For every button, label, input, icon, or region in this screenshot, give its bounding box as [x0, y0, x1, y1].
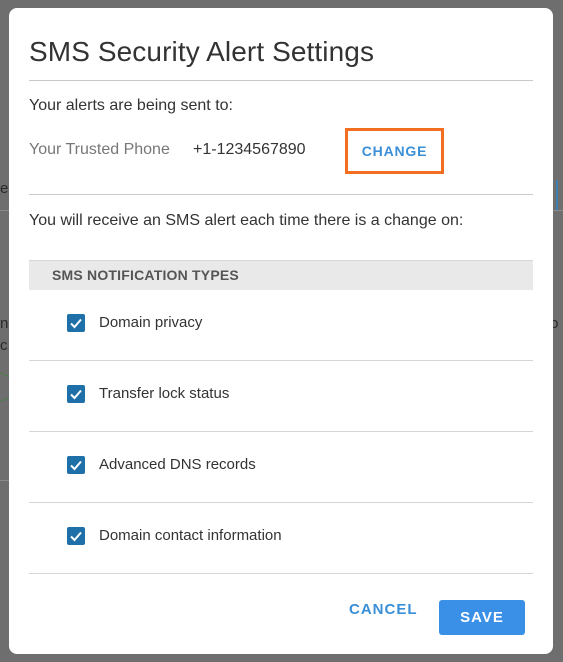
checkmark-icon	[70, 389, 82, 400]
background-text: e	[0, 180, 9, 197]
transfer-lock-label: Transfer lock status	[99, 385, 230, 402]
notification-type-row: Transfer lock status	[29, 361, 533, 432]
cancel-button[interactable]: CANCEL	[349, 601, 418, 618]
background-text: c	[0, 337, 8, 354]
notification-intro-text: You will receive an SMS alert each time …	[29, 212, 464, 229]
notification-type-row: Domain contact information	[29, 503, 533, 574]
trusted-phone-label: Your Trusted Phone	[29, 141, 170, 158]
background-tab-indicator	[556, 180, 558, 210]
checkmark-icon	[70, 318, 82, 329]
change-phone-button[interactable]: CHANGE	[345, 128, 444, 174]
transfer-lock-checkbox[interactable]	[67, 385, 85, 403]
domain-contact-checkbox[interactable]	[67, 527, 85, 545]
domain-privacy-checkbox[interactable]	[67, 314, 85, 332]
trusted-phone-number: +1-1234567890	[193, 141, 306, 158]
modal-backdrop[interactable]: e no c to SMS Security Alert Settings Yo…	[0, 0, 563, 662]
dialog-title: SMS Security Alert Settings	[29, 36, 375, 67]
checkmark-icon	[70, 460, 82, 471]
domain-privacy-label: Domain privacy	[99, 314, 203, 331]
notification-types-header: SMS NOTIFICATION TYPES	[29, 260, 533, 290]
phone-section-divider	[29, 194, 533, 195]
notification-types-header-label: SMS NOTIFICATION TYPES	[52, 267, 239, 283]
domain-contact-label: Domain contact information	[99, 527, 282, 544]
notification-type-row: Advanced DNS records	[29, 432, 533, 503]
save-button[interactable]: SAVE	[439, 600, 525, 635]
background-divider	[0, 210, 9, 211]
title-divider	[29, 80, 533, 81]
advanced-dns-checkbox[interactable]	[67, 456, 85, 474]
sent-to-label: Your alerts are being sent to:	[29, 97, 233, 114]
background-divider	[553, 210, 563, 211]
notification-type-row: Domain privacy	[29, 290, 533, 361]
advanced-dns-label: Advanced DNS records	[99, 456, 256, 473]
sms-alert-settings-dialog: SMS Security Alert Settings Your alerts …	[9, 8, 553, 654]
background-divider	[0, 480, 9, 481]
checkmark-icon	[70, 531, 82, 542]
